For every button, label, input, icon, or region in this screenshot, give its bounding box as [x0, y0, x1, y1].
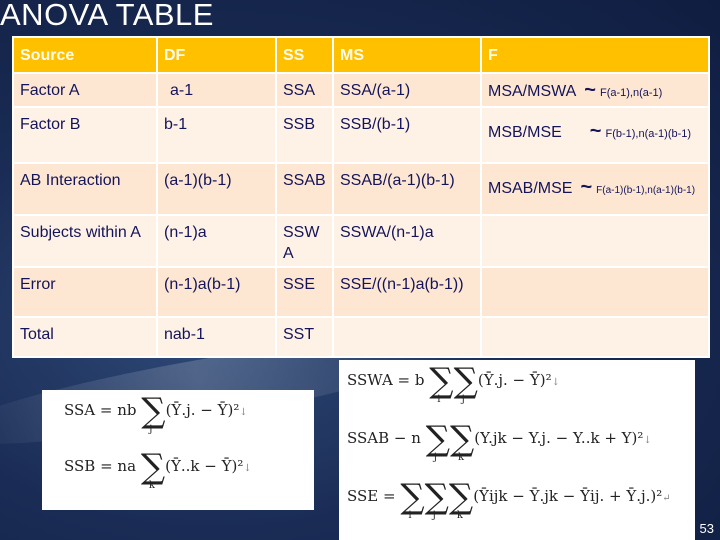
formula-term: (Ȳ.j. − Ȳ)² — [165, 401, 240, 419]
header-df: DF — [156, 36, 277, 74]
sum-index: j — [432, 510, 436, 521]
formula-term: (Ȳijk − Ȳ.jk − Ȳij. + Ȳ.j.)² — [473, 487, 663, 505]
tilde-symbol: ~ — [584, 79, 596, 101]
cell-f — [480, 266, 710, 318]
sum-index: k — [457, 452, 465, 463]
summation-icon: ∑ j — [141, 391, 166, 435]
cell-df: a-1 — [156, 72, 277, 108]
cell-source: AB Interaction — [12, 162, 158, 216]
header-f: F — [480, 36, 710, 74]
anova-table: Source DF SS MS F Factor A a-1 SSA SSA/(… — [12, 36, 710, 358]
cell-f: MSB/MSE ~ F(b-1),n(a-1)(b-1) — [480, 106, 710, 164]
table-row: Factor B b-1 SSB SSB/(b-1) MSB/MSE ~ F(b-1… — [12, 106, 710, 164]
formula-ssa: SSA = nb ∑ j (Ȳ.j. − Ȳ)²↓ — [64, 391, 248, 435]
sum-index: i — [437, 394, 441, 405]
sum-index: k — [456, 510, 463, 521]
cell-ms: SSA/(a-1) — [332, 72, 482, 108]
summation-icon: ∑ j — [425, 419, 450, 463]
cell-source: Error — [12, 266, 158, 318]
formula-lhs: SSA = nb — [64, 401, 137, 419]
slide-number: 53 — [699, 521, 714, 536]
formula-lhs: SSWA = b — [347, 371, 425, 389]
cell-df: (a-1)(b-1) — [156, 162, 277, 216]
cell-ss: SSWA — [275, 214, 334, 268]
f-distribution: F(b-1),n(a-1)(b-1) — [605, 128, 692, 140]
cell-ms: SSB/(b-1) — [332, 106, 482, 164]
formula-box-right: SSWA = b ∑ i ∑ j (Ȳ.j. − Ȳ)²↓ SSAB − n ∑ j ∑ k(… — [339, 360, 695, 540]
formula-lhs: SSE = — [347, 487, 396, 505]
summation-icon: ∑ k — [140, 447, 166, 491]
header-source: Source — [12, 36, 158, 74]
return-mark-icon: ↓ — [239, 407, 248, 418]
formula-term: (Ȳ..k − Ȳ)² — [165, 457, 244, 475]
formula-sswa: SSWA = b ∑ i ∑ j (Ȳ.j. − Ȳ)²↓ — [347, 361, 561, 405]
return-mark-icon: ↓ — [643, 435, 652, 446]
summation-icon: ∑ k — [448, 477, 474, 521]
summation-icon: ∑ k — [449, 419, 475, 463]
formula-lhs: SSAB − n — [347, 429, 421, 447]
summation-icon: ∑ i — [400, 477, 425, 521]
sum-index: j — [149, 424, 153, 435]
tilde-symbol: ~ — [589, 120, 602, 142]
cell-ss: SSA — [275, 72, 334, 108]
summation-icon: ∑ i — [429, 361, 454, 405]
cell-ss: SSE — [275, 266, 334, 318]
cell-ss: SSAB — [275, 162, 334, 216]
summation-icon: ∑ j — [453, 361, 478, 405]
summation-icon: ∑ j — [424, 477, 449, 521]
sum-index: k — [148, 480, 155, 491]
sum-index: j — [461, 394, 465, 405]
f-distribution: F(a-1)(b-1),n(a-1)(b-1) — [596, 185, 696, 196]
return-mark-icon: ↵ — [662, 493, 671, 504]
formula-lhs: SSB = na — [64, 457, 137, 475]
f-ratio: MSA/MSWA — [488, 83, 577, 100]
return-mark-icon: ↓ — [551, 377, 561, 388]
cell-ms: SSAB/(a-1)(b-1) — [332, 162, 482, 216]
cell-source: Subjects within A — [12, 214, 158, 268]
header-ss: SS — [275, 36, 334, 74]
header-ms: MS — [332, 36, 482, 74]
formula-term: (Ȳ.j. − Ȳ)² — [477, 371, 552, 389]
cell-ms: SSWA/(n-1)a — [332, 214, 482, 268]
cell-ss: SSB — [275, 106, 334, 164]
sum-index: j — [433, 452, 437, 463]
cell-source: Total — [12, 316, 158, 358]
table-row: Factor A a-1 SSA SSA/(a-1) MSA/MSWA ~ F(a-… — [12, 72, 710, 108]
return-mark-icon: ↓ — [243, 463, 252, 474]
table-row: Error (n-1)a(b-1) SSE SSE/((n-1)a(b-1)) — [12, 266, 710, 318]
f-ratio: MSB/MSE — [488, 124, 562, 141]
slide-title: ANOVA TABLE — [0, 0, 214, 32]
table-row: AB Interaction (a-1)(b-1) SSAB SSAB/(a-1… — [12, 162, 710, 216]
cell-ms: SSE/((n-1)a(b-1)) — [332, 266, 482, 318]
cell-source: Factor A — [12, 72, 158, 108]
cell-f — [480, 214, 710, 268]
formula-ssab: SSAB − n ∑ j ∑ k (Y.jk − Y.j. − Y..k + Y)²↓ — [347, 419, 652, 463]
tilde-symbol: ~ — [580, 176, 593, 198]
cell-df: nab-1 — [156, 316, 277, 358]
cell-ss: SST — [275, 316, 334, 358]
cell-f — [480, 316, 710, 358]
table-row: Total nab-1 SST — [12, 316, 710, 358]
cell-df: (n-1)a(b-1) — [156, 266, 277, 318]
f-ratio: MSAB/MSE — [488, 180, 573, 197]
cell-f: MSA/MSWA ~ F(a-1),n(a-1) — [480, 72, 710, 108]
cell-df: (n-1)a — [156, 214, 277, 268]
cell-ms — [332, 316, 482, 358]
table-header-row: Source DF SS MS F — [12, 36, 710, 74]
cell-df: b-1 — [156, 106, 277, 164]
cell-f: MSAB/MSE ~ F(a-1)(b-1),n(a-1)(b-1) — [480, 162, 710, 216]
formula-ssb: SSB = na ∑ k (Ȳ..k − Ȳ)²↓ — [64, 447, 252, 491]
formula-term: (Y.jk − Y.j. − Y..k + Y)² — [474, 429, 644, 447]
sum-index: i — [408, 510, 412, 521]
table-row: Subjects within A (n-1)a SSWA SSWA/(n-1)… — [12, 214, 710, 268]
formula-sse: SSE = ∑ i ∑ j ∑ k (Ȳijk − Ȳ.jk − Ȳij. + Ȳ.j.)²… — [347, 477, 671, 521]
formula-box-left: SSA = nb ∑ j (Ȳ.j. − Ȳ)²↓ SSB = na ∑ k (Ȳ..k… — [42, 390, 314, 510]
cell-source: Factor B — [12, 106, 158, 164]
f-distribution: F(a-1),n(a-1) — [599, 87, 663, 99]
